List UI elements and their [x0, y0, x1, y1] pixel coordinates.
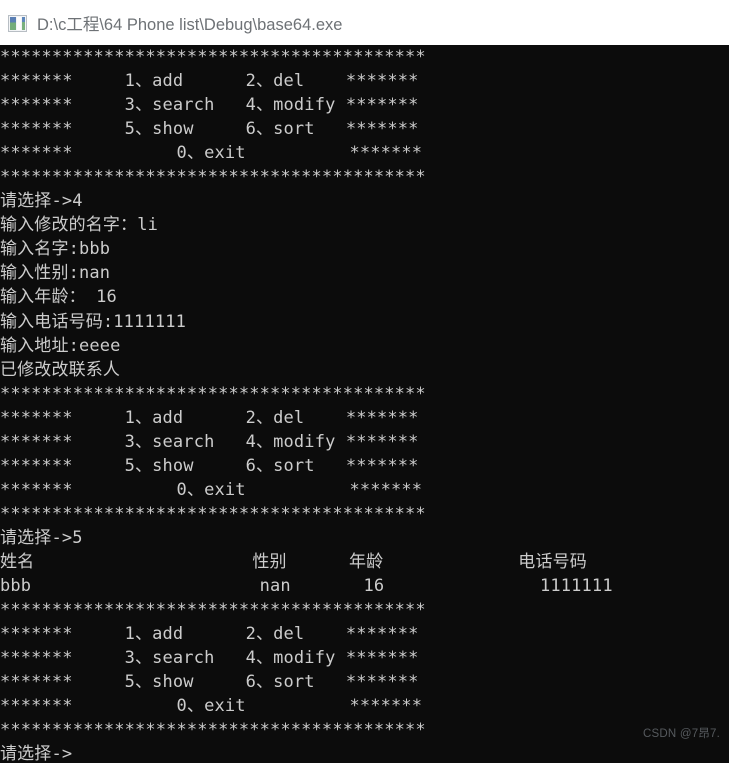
application-window-icon	[8, 14, 27, 32]
console-text: ****************************************…	[0, 47, 613, 763]
window-title: D:\c工程\64 Phone list\Debug\base64.exe	[37, 15, 343, 34]
csdn-watermark: CSDN @7昂7.	[643, 728, 720, 740]
title-bar[interactable]: D:\c工程\64 Phone list\Debug\base64.exe	[0, 0, 729, 45]
console-output-area[interactable]: ****************************************…	[0, 45, 729, 763]
console-window: D:\c工程\64 Phone list\Debug\base64.exe **…	[0, 0, 729, 763]
